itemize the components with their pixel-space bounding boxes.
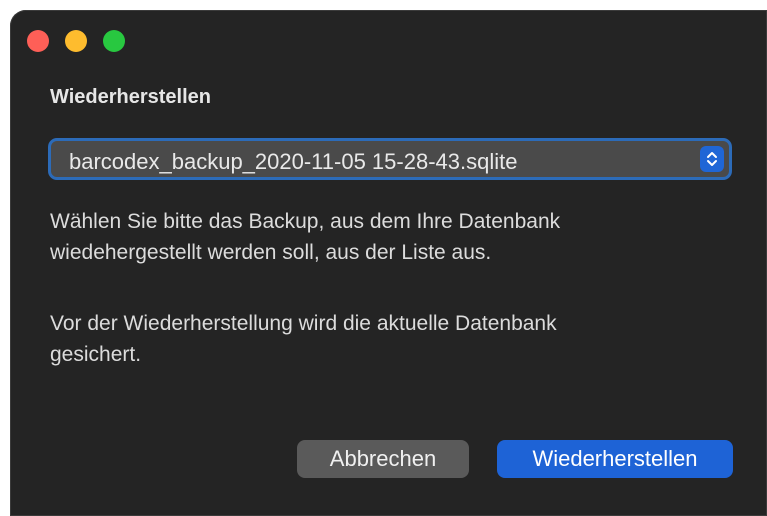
dialog-window: Wiederherstellen barcodex_backup_2020-11… [10,10,767,516]
minimize-window-button[interactable] [65,30,87,52]
backup-select[interactable]: barcodex_backup_2020-11-05 15-28-43.sqli… [48,138,732,180]
zoom-window-button[interactable] [103,30,125,52]
note-line-1: Vor der Wiederherstellung wird die aktue… [50,312,557,335]
cancel-button[interactable]: Abbrechen [297,440,469,478]
instruction-line-1: Wählen Sie bitte das Backup, aus dem Ihr… [50,210,561,233]
dialog-title: Wiederherstellen [50,86,211,108]
backup-note-text: Vor der Wiederherstellung wird die aktue… [50,308,740,370]
note-line-2: gesichert. [50,343,142,366]
backup-select-value: barcodex_backup_2020-11-05 15-28-43.sqli… [69,149,518,174]
instruction-line-2: wiedehergestellt werden soll, aus der Li… [50,241,492,264]
restore-button[interactable]: Wiederherstellen [497,440,733,478]
close-window-button[interactable] [27,30,49,52]
chevron-up-down-icon [700,146,724,172]
traffic-lights [27,30,125,52]
instruction-text: Wählen Sie bitte das Backup, aus dem Ihr… [50,206,740,268]
